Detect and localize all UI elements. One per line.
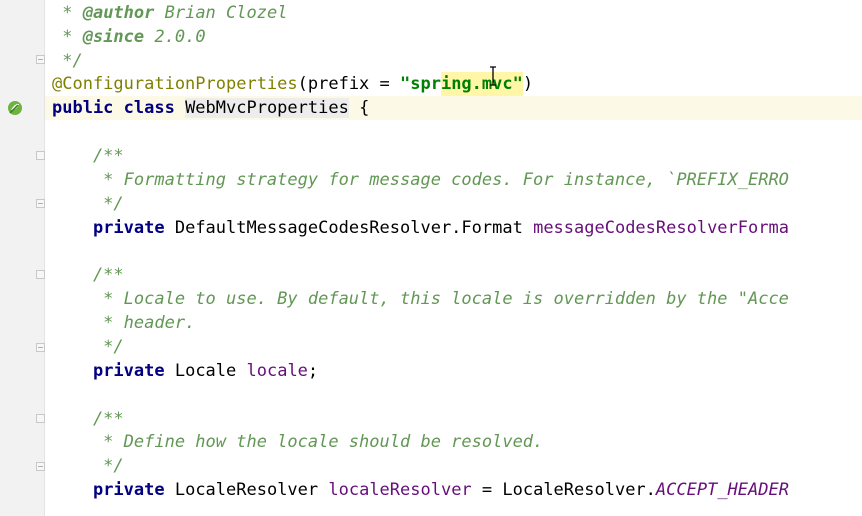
doc-comment: * Define how the locale should be resolv… [52,432,544,452]
doc-tag: @since [82,27,145,47]
doc-comment: */ [52,194,124,214]
code-line: * Formatting strategy for message codes.… [45,168,862,192]
string-literal: "spr [400,74,441,94]
code-line: */ [45,49,862,73]
current-code-line: public class WebMvcProperties { [45,96,862,120]
code-line: */ [45,192,862,216]
code-line: * @author Brian Clozel [45,1,862,25]
keyword: private [92,361,165,381]
doc-comment: * [52,27,83,47]
doc-comment: Brian Clozel [154,3,288,23]
doc-comment: */ [52,337,124,357]
code-line: private LocaleResolver localeResolver = … [45,478,862,502]
code-line: * header. [45,311,862,335]
field-name: localeResolver [328,480,472,500]
static-constant: ACCEPT_HEADER [655,480,789,500]
class-name[interactable]: WebMvcProperties [185,98,349,118]
spring-bean-icon[interactable] [6,99,24,117]
code-line: * Define how the locale should be resolv… [45,430,862,454]
code-line: /** [45,407,862,431]
type-name: LocaleResolver [164,480,329,500]
doc-comment: /** [52,265,124,285]
code-line: * Locale to use. By default, this locale… [45,287,862,311]
code-line: */ [45,454,862,478]
editor-gutter[interactable] [0,0,45,516]
code-text: { [348,98,370,118]
type-name: DefaultMessageCodesResolver.Format [164,218,534,238]
doc-comment: */ [52,51,83,71]
fold-end-marker[interactable] [36,199,45,208]
fold-end-marker[interactable] [36,343,45,352]
doc-comment: * Locale to use. By default, this locale… [52,289,789,309]
code-text: (prefix = [297,74,400,94]
code-line: @ConfigurationProperties(prefix = "sprin… [45,72,862,96]
string-literal: ing.mvc" [440,72,523,96]
doc-comment: */ [52,456,124,476]
code-text: = LocaleResolver. [471,480,656,500]
fold-start-marker[interactable] [36,270,45,279]
doc-comment: 2.0.0 [144,27,206,47]
doc-tag: @author [82,3,155,23]
doc-comment: * [52,3,83,23]
type-name: Locale [164,361,247,381]
field-name: locale [246,361,308,381]
doc-comment: * header. [52,313,196,333]
keyword: private [92,480,165,500]
code-area[interactable]: * @author Brian Clozel * @since 2.0.0 */… [45,0,862,516]
keyword: public class [52,98,186,118]
code-editor[interactable]: * @author Brian Clozel * @since 2.0.0 */… [0,0,862,516]
code-line: */ [45,335,862,359]
annotation: @ConfigurationProperties [52,74,298,94]
keyword: private [92,218,165,238]
field-name: messageCodesResolverForma [533,218,789,238]
fold-start-marker[interactable] [36,151,45,160]
code-line: private Locale locale; [45,359,862,383]
code-line: /** [45,263,862,287]
code-line: private DefaultMessageCodesResolver.Form… [45,216,862,240]
fold-start-marker[interactable] [36,414,45,423]
code-text: ) [522,74,534,94]
ibeam-cursor-icon [490,66,496,86]
code-line: * @since 2.0.0 [45,25,862,49]
fold-end-marker[interactable] [36,55,45,64]
fold-end-marker[interactable] [36,462,45,471]
doc-comment: /** [52,409,124,429]
doc-comment: /** [52,146,124,166]
code-text: ; [307,361,319,381]
code-line: /** [45,144,862,168]
doc-comment: * Formatting strategy for message codes.… [52,170,789,190]
